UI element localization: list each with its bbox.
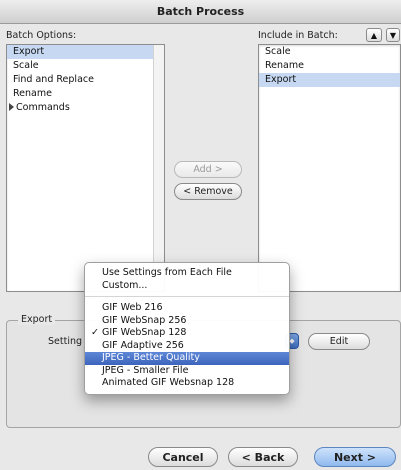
menu-item-jpeg-smaller-file[interactable]: JPEG - Smaller File (85, 365, 289, 378)
move-up-button[interactable]: ▲ (366, 28, 382, 42)
menu-item-use-settings[interactable]: Use Settings from Each File (85, 267, 289, 280)
move-down-button[interactable]: ▼ (386, 28, 400, 42)
include-list[interactable]: Scale Rename Export (258, 44, 401, 292)
menu-item-gif-web-216[interactable]: GIF Web 216 (85, 302, 289, 315)
export-group-title: Export (18, 314, 56, 325)
arrow-up-icon: ▲ (370, 30, 378, 40)
menu-separator (85, 296, 289, 297)
settings-popup-menu[interactable]: Use Settings from Each File Custom... GI… (84, 262, 290, 395)
batch-options-scrollbar[interactable] (153, 45, 164, 291)
menu-item-custom[interactable]: Custom... (85, 280, 289, 293)
window-titlebar: Batch Process (0, 0, 401, 24)
include-item-scale[interactable]: Scale (259, 45, 400, 59)
menu-item-jpeg-better-quality[interactable]: JPEG - Better Quality (85, 352, 289, 365)
batch-option-commands[interactable]: Commands (7, 101, 164, 115)
batch-option-rename[interactable]: Rename (7, 87, 164, 101)
edit-button[interactable]: Edit (308, 333, 370, 350)
window-title: Batch Process (156, 5, 245, 18)
add-button[interactable]: Add > (174, 161, 242, 178)
batch-option-export[interactable]: Export (7, 45, 164, 59)
cancel-button[interactable]: Cancel (148, 447, 218, 467)
include-item-rename[interactable]: Rename (259, 59, 400, 73)
include-label: Include in Batch: (258, 30, 338, 41)
batch-options-label: Batch Options: (6, 30, 77, 41)
batch-option-find-replace[interactable]: Find and Replace (7, 73, 164, 87)
menu-item-gif-websnap-128[interactable]: ✓ GIF WebSnap 128 (85, 327, 289, 340)
disclosure-triangle-icon[interactable] (9, 103, 14, 111)
menu-item-gif-adaptive-256[interactable]: GIF Adaptive 256 (85, 340, 289, 353)
setting-label: Setting (48, 336, 83, 347)
include-item-export[interactable]: Export (259, 73, 400, 87)
next-button[interactable]: Next > (314, 447, 396, 467)
remove-button[interactable]: < Remove (174, 183, 242, 200)
checkmark-icon: ✓ (91, 327, 99, 338)
menu-item-animated-gif-websnap-128[interactable]: Animated GIF Websnap 128 (85, 377, 289, 390)
menu-item-gif-websnap-256[interactable]: GIF WebSnap 256 (85, 315, 289, 328)
back-button[interactable]: < Back (228, 447, 298, 467)
batch-options-list[interactable]: Export Scale Find and Replace Rename Com… (6, 44, 165, 292)
popup-arrows-icon: ◆ (289, 337, 295, 345)
arrow-down-icon: ▼ (389, 30, 397, 40)
batch-option-scale[interactable]: Scale (7, 59, 164, 73)
